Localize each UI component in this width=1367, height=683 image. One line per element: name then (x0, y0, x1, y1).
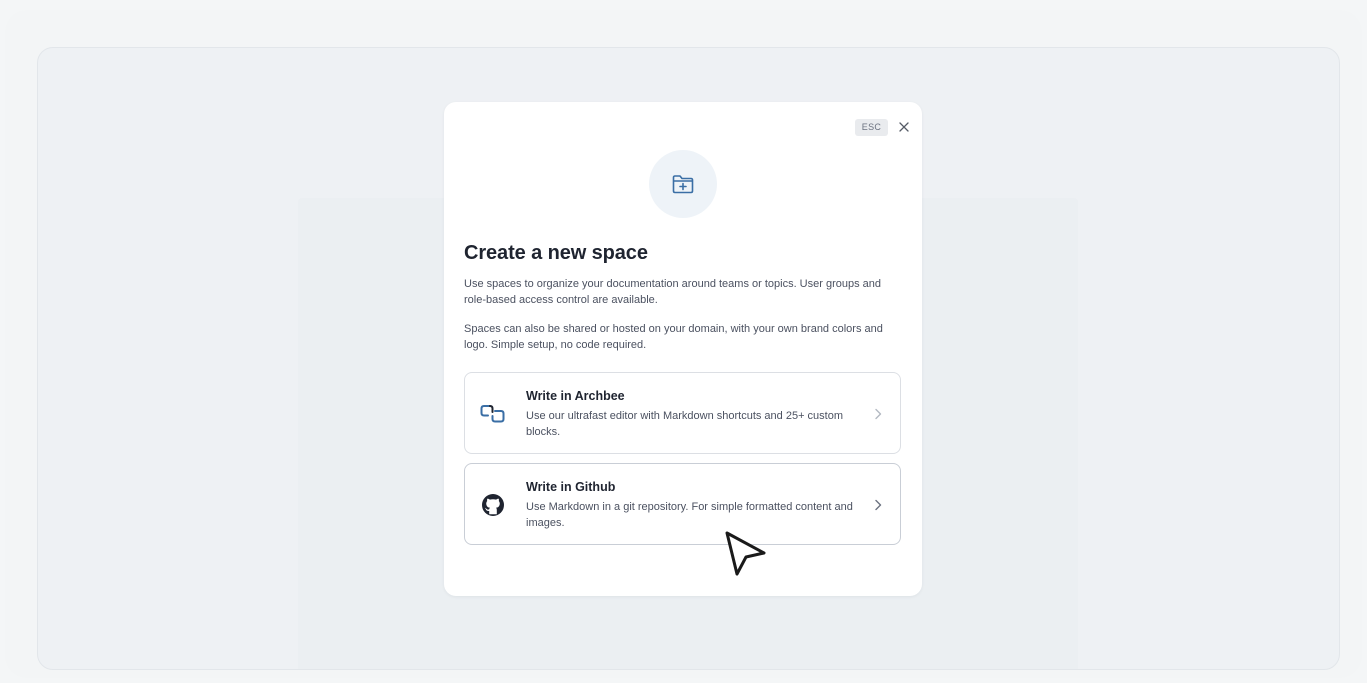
close-button[interactable] (894, 117, 914, 137)
folder-plus-icon (672, 175, 694, 194)
archbee-logo-icon (479, 400, 507, 428)
create-space-modal: ESC Create a new space Use spaces to org… (444, 102, 922, 596)
chevron-right-icon (872, 497, 884, 513)
chevron-right-icon (872, 406, 884, 422)
write-in-github-option[interactable]: Write in Github Use Markdown in a git re… (464, 463, 901, 545)
modal-title: Create a new space (464, 242, 648, 264)
write-in-archbee-option[interactable]: Write in Archbee Use our ultrafast edito… (464, 372, 901, 454)
option-description: Use Markdown in a git repository. For si… (526, 501, 853, 529)
esc-key-badge: ESC (855, 119, 888, 136)
hero-icon-circle (649, 150, 717, 218)
option-title: Write in Github (526, 480, 616, 494)
description-paragraph-1: Use spaces to organize your documentatio… (464, 278, 882, 306)
option-title: Write in Archbee (526, 389, 625, 403)
option-description: Use our ultrafast editor with Markdown s… (526, 410, 844, 438)
mouse-cursor-icon (725, 531, 766, 576)
description-paragraph-2: Spaces can also be shared or hosted on y… (464, 323, 883, 351)
github-icon (479, 491, 507, 519)
close-icon (899, 122, 909, 132)
